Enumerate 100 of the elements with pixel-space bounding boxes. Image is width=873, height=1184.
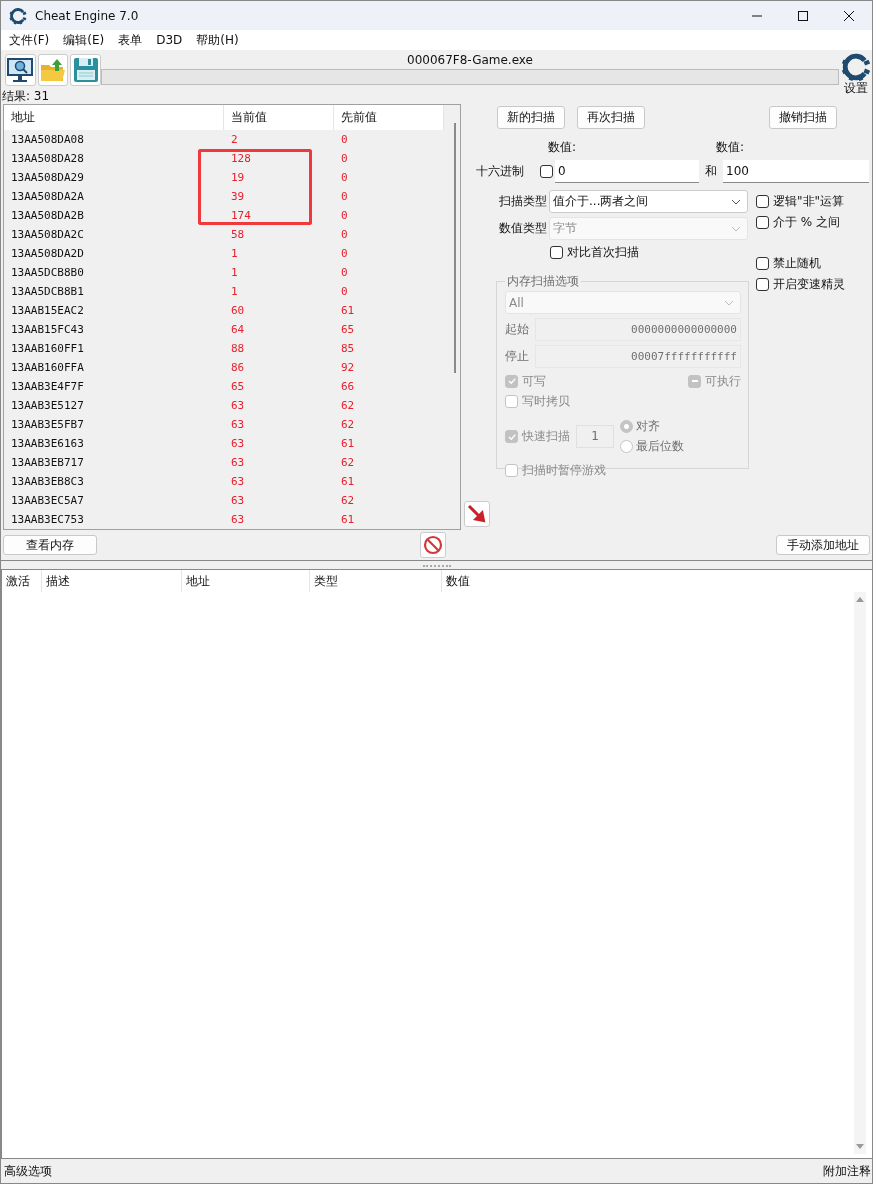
table-cell-text: 13AAB3EC5A7 [10,493,85,509]
gear-icon [9,6,27,25]
column-header[interactable]: 当前值 [224,105,334,130]
option-checkbox[interactable]: 介于 % 之间 [756,213,845,231]
table-cell-text: 88 [230,341,246,357]
scan-button[interactable]: 新的扫描 [497,106,565,129]
table-cell-text: 0 [340,284,349,300]
table-cell-text: 13AAB3E5FB7 [10,417,85,433]
close-icon [844,10,854,21]
settings-button[interactable]: 设置 [839,50,872,104]
table-cell: 174 [198,206,312,225]
menu-item[interactable]: 表单 [118,31,143,49]
table-cell: 128 [198,149,312,168]
save-icon [71,56,100,84]
menu-item[interactable]: 编辑(E) [63,31,105,49]
option-checkbox[interactable]: 逻辑"非"运算 [756,192,845,210]
table-cell-text: 60 [230,303,246,319]
menu-item[interactable]: D3D [156,33,183,47]
clear-button[interactable] [420,532,446,558]
compare-checkbox[interactable]: 对比首次扫描 [550,243,749,261]
check-icon [506,376,517,386]
field-label: 扫描类型 [498,193,548,210]
maximize-icon [798,10,808,21]
save-button[interactable] [70,54,101,86]
table-cell-text: 62 [340,455,356,471]
chevron-icon [731,225,741,232]
column-header[interactable]: 地址 [182,570,310,592]
field-label: 起始 [505,321,530,338]
status-link[interactable]: 附加注释 [823,1162,871,1180]
menu-item[interactable]: 文件(F) [9,31,50,49]
column-header[interactable]: 数值 [442,570,542,592]
table-cell-text: 13AA508DA29 [10,170,85,186]
table-cell-text: 13AA508DA2C [10,227,85,243]
table-cell-text: 13AA508DA2B [10,208,85,224]
column-header[interactable]: 地址 [4,105,224,130]
no-entry-icon [423,535,443,555]
table-cell-text: 63 [230,493,246,509]
table-cell-text: 63 [230,417,246,433]
dropdown[interactable]: 值介于...两者之间 [549,190,748,213]
value-label: 数值: [716,139,745,156]
table-cell-text: 61 [340,474,356,490]
table-cell-text: 13AAB3EB8C3 [10,474,85,490]
table-cell-text: 13AAB3E6163 [10,436,85,452]
table-cell-text: 63 [230,474,246,490]
table-cell-text: 65 [340,322,356,338]
add-to-list-button[interactable] [464,501,490,527]
table-cell-text: 63 [230,436,246,452]
table-cell-text: 13AAB160FFA [10,360,85,376]
table-cell-text: 0 [340,189,349,205]
hex-checkbox[interactable] [540,162,553,180]
add-address-button[interactable]: 手动添加地址 [776,535,870,555]
table-cell-text: 62 [340,417,356,433]
table-cell: 39 [198,187,312,206]
splitter[interactable] [1,560,872,570]
table-cell-text: 61 [340,303,356,319]
table-cell-text: 61 [340,436,356,452]
chevron-icon [731,198,741,205]
table-cell-text: 13AAB3EC753 [10,512,85,528]
menu-item[interactable]: 帮助(H) [196,31,239,49]
scan-button[interactable]: 撤销扫描 [769,106,837,129]
table-cell-text: 0 [340,265,349,281]
column-header[interactable]: 先前值 [334,105,444,130]
table-cell-text: 13AAB3EB717 [10,455,85,471]
table-cell-text: 0 [340,208,349,224]
column-header[interactable]: 激活 [2,570,42,592]
value-field[interactable]: 0 [555,159,699,183]
table-cell-text: 1 [230,246,239,262]
table-cell-text: 61 [340,512,356,528]
table-cell-text: 13AA5DCB8B1 [10,284,85,300]
table-cell-text: 65 [230,379,246,395]
table-cell-text: 13AAB3E4F7F [10,379,85,395]
memory-view-button[interactable]: 查看内存 [3,535,97,555]
column-header[interactable]: 描述 [42,570,182,592]
table-cell-text: 13AAB160FF1 [10,341,85,357]
arrow-icon [467,504,487,524]
status-link[interactable]: 高级选项 [4,1162,52,1180]
chevron-icon [724,299,734,306]
option-checkbox[interactable]: 开启变速精灵 [756,275,845,293]
table-cell-text: 0 [340,170,349,186]
table-cell-text: 13AAB15EAC2 [10,303,85,319]
table-cell-text: 13AA508DA08 [10,132,85,148]
check-icon [506,431,517,442]
hex-label: 十六进制 [476,162,525,180]
scan-button[interactable]: 再次扫描 [577,106,645,129]
computer-icon [6,56,35,84]
gear-icon [840,52,871,82]
option-checkbox[interactable]: 禁止随机 [756,254,845,272]
open-process-button[interactable] [5,54,36,86]
and-label: 和 [704,162,718,180]
column-header[interactable]: 类型 [310,570,442,592]
table-cell-text: 0 [340,227,349,243]
process-name: 000067F8-Game.exe [407,52,533,68]
table-cell-text: 0 [340,151,349,167]
value-field[interactable]: 100 [723,159,869,183]
radio-button[interactable]: 对齐 [620,418,684,435]
table-cell-text: 64 [230,322,246,338]
table-cell-text: 66 [340,379,356,395]
radio-button[interactable]: 最后位数 [620,438,684,455]
table-cell-text: 13AAB15FC43 [10,322,85,338]
table-cell-text: 0 [340,132,349,148]
